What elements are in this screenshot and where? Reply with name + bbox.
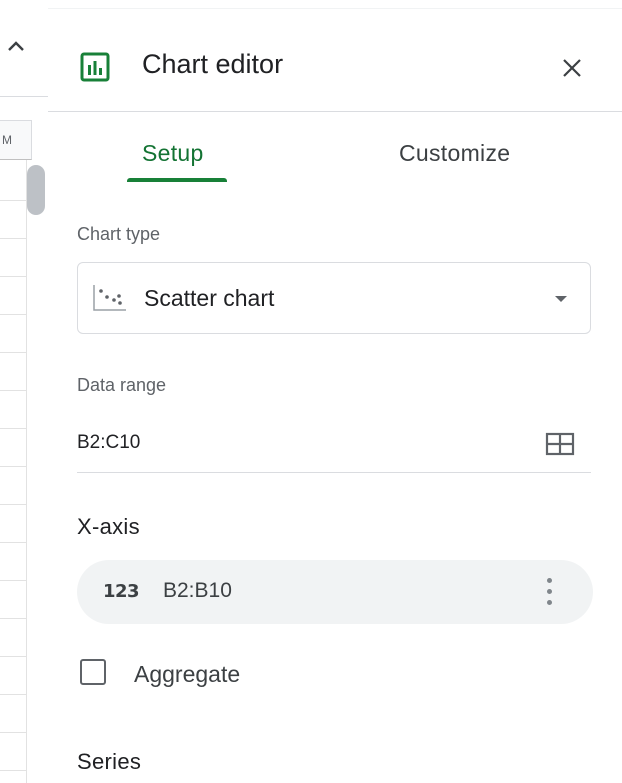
row-divider: [0, 314, 26, 315]
row-divider: [0, 466, 26, 467]
tab-customize[interactable]: Customize: [399, 140, 510, 167]
data-range-value: B2:C10: [77, 432, 141, 453]
aggregate-checkbox[interactable]: [80, 659, 106, 685]
collapse-toolbar-button[interactable]: [4, 34, 28, 58]
x-axis-range-value: B2:B10: [163, 579, 232, 602]
tab-setup[interactable]: Setup: [142, 140, 204, 167]
chart-type-dropdown[interactable]: Scatter chart: [77, 262, 591, 334]
spreadsheet-strip: M: [0, 0, 49, 783]
grid-icon[interactable]: [545, 432, 575, 456]
active-tab-indicator: [127, 178, 227, 182]
chart-editor-panel: Chart editor Setup Customize Chart type …: [48, 0, 622, 783]
more-vert-icon[interactable]: [539, 576, 559, 608]
row-divider: [0, 428, 26, 429]
panel-title: Chart editor: [142, 49, 284, 79]
close-button[interactable]: [557, 53, 587, 83]
row-divider: [0, 656, 26, 657]
row-divider: [0, 390, 26, 391]
chevron-up-icon: [8, 41, 24, 51]
row-divider: [0, 238, 26, 239]
row-divider: [0, 732, 26, 733]
data-range-label: Data range: [77, 375, 167, 395]
row-divider: [0, 276, 26, 277]
row-divider: [26, 160, 27, 783]
scatter-chart-icon: [93, 285, 126, 311]
row-divider: [0, 694, 26, 695]
row-divider: [0, 542, 26, 543]
series-heading: Series: [77, 749, 142, 774]
chart-type-value: Scatter chart: [144, 285, 275, 311]
bar-chart-icon: [80, 52, 110, 82]
row-divider: [0, 618, 26, 619]
vertical-scrollbar-thumb[interactable]: [27, 165, 45, 215]
chart-type-label: Chart type: [77, 224, 161, 244]
column-header[interactable]: M: [0, 120, 32, 160]
x-axis-chip[interactable]: 123 B2:B10: [77, 560, 593, 624]
x-axis-heading: X-axis: [77, 514, 140, 539]
row-divider: [0, 580, 26, 581]
close-icon: [563, 59, 581, 77]
aggregate-label: Aggregate: [134, 661, 241, 687]
data-range-input[interactable]: B2:C10: [77, 415, 591, 473]
row-divider: [0, 352, 26, 353]
column-letter: M: [2, 133, 12, 147]
caret-down-icon: [555, 296, 567, 302]
sheet-toolbar-area: [0, 0, 48, 97]
row-divider: [0, 504, 26, 505]
chart-editor-header: Chart editor: [48, 8, 622, 112]
row-divider: [0, 200, 26, 201]
row-divider: [0, 770, 26, 771]
numeric-type-icon: 123: [103, 581, 140, 602]
